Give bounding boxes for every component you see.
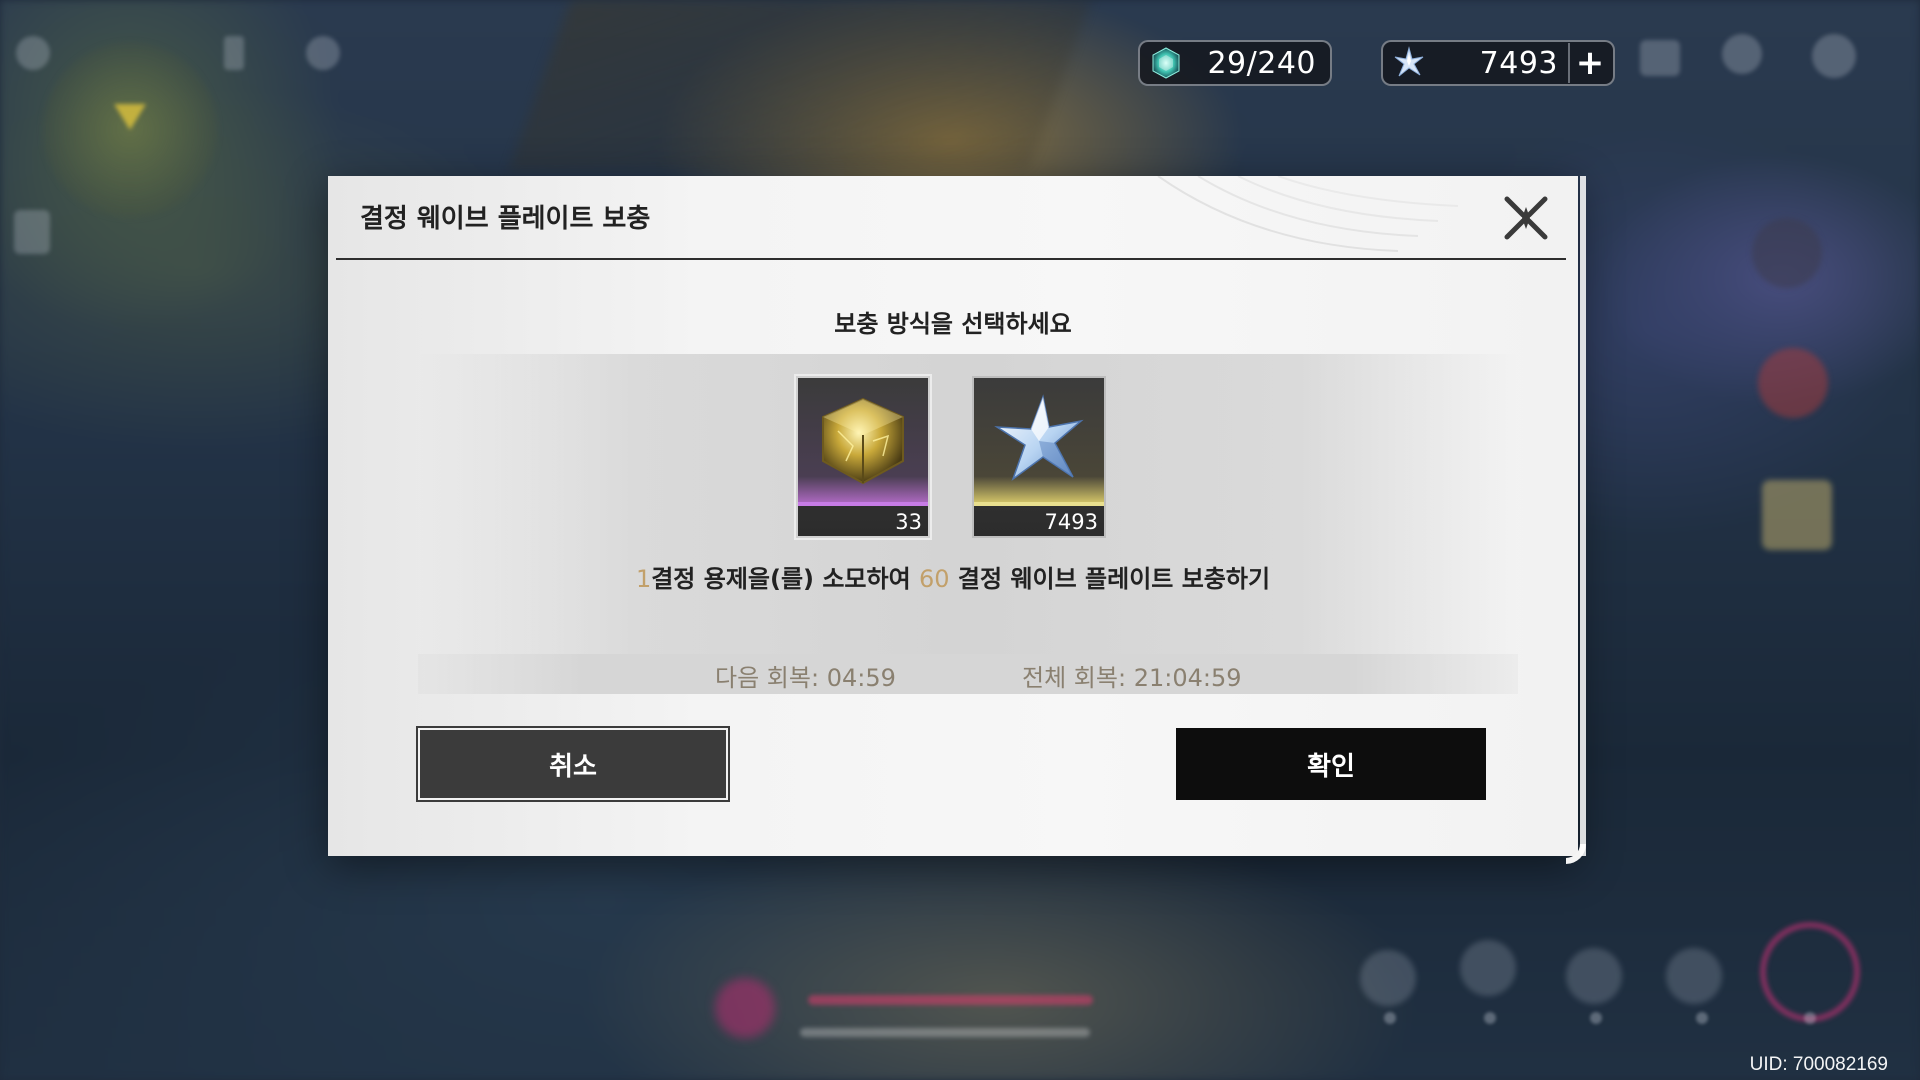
crystal-solvent-count: 33 bbox=[895, 510, 922, 534]
close-icon bbox=[1504, 196, 1548, 240]
skill-1-key-icon bbox=[1384, 1012, 1396, 1024]
ultimate-ring[interactable] bbox=[1760, 922, 1860, 1022]
event-icon[interactable] bbox=[1640, 40, 1680, 76]
uid-label: UID: 700082169 bbox=[1749, 1054, 1888, 1075]
crystal-solvent-icon bbox=[798, 378, 928, 504]
close-button[interactable] bbox=[1498, 190, 1554, 246]
waveplate-value: 29/240 bbox=[1207, 45, 1316, 81]
option-astrite[interactable]: 7493 bbox=[972, 376, 1106, 538]
refill-description: 1결정 용제을(를) 소모하여 60 결정 웨이브 플레이트 보충하기 bbox=[328, 559, 1578, 594]
skill-4-icon[interactable] bbox=[1666, 948, 1722, 1004]
settings-icon[interactable] bbox=[16, 36, 50, 70]
full-recovery-label: 전체 회복: bbox=[1022, 664, 1127, 692]
next-recovery-value: 04:59 bbox=[826, 664, 896, 692]
rarity-line bbox=[974, 502, 1104, 506]
skill-3-icon[interactable] bbox=[1566, 948, 1622, 1004]
profile-icon[interactable] bbox=[1812, 34, 1856, 78]
title-divider bbox=[336, 258, 1566, 260]
waveplate-counter[interactable]: 29/240 bbox=[1138, 40, 1332, 86]
full-recovery-value: 21:04:59 bbox=[1133, 664, 1242, 692]
next-recovery-timer: 다음 회복: 04:59 bbox=[715, 658, 896, 693]
add-astrite-button[interactable]: + bbox=[1568, 43, 1610, 83]
cost-amount: 1 bbox=[635, 565, 652, 593]
crystal-waveplate-icon bbox=[1146, 43, 1186, 83]
dialog-title: 결정 웨이브 플레이트 보충 bbox=[360, 204, 651, 234]
skill-3-key-icon bbox=[1590, 1012, 1602, 1024]
astrite-value: 7493 bbox=[1479, 45, 1558, 81]
waveplate-refill-dialog: 결정 웨이브 플레이트 보충 보충 방식을 선택하세요 33 7493 1결정 … bbox=[328, 176, 1586, 864]
menu-icon[interactable] bbox=[224, 36, 244, 70]
skill-4-key-icon bbox=[1696, 1012, 1708, 1024]
energy-bar bbox=[800, 1028, 1090, 1037]
ultimate-key-icon bbox=[1804, 1012, 1816, 1024]
recovery-timer-band bbox=[418, 654, 1518, 694]
background-branch bbox=[509, 0, 1091, 170]
description-text-1: 결정 용제을(를) 소모하여 bbox=[651, 565, 920, 593]
resonance-orb bbox=[715, 978, 775, 1038]
party-member-2-avatar[interactable] bbox=[1758, 348, 1828, 418]
rarity-line bbox=[798, 502, 928, 506]
quest-icon[interactable] bbox=[14, 210, 50, 254]
option-band bbox=[418, 354, 1518, 654]
party-member-1-avatar[interactable] bbox=[1752, 218, 1822, 288]
refill-amount: 60 bbox=[919, 565, 950, 593]
refill-method-prompt: 보충 방식을 선택하세요 bbox=[834, 310, 1072, 338]
mail-icon[interactable] bbox=[306, 36, 340, 70]
skill-2-icon[interactable] bbox=[1460, 940, 1516, 996]
skill-1-icon[interactable] bbox=[1360, 950, 1416, 1006]
astrite-star-icon bbox=[1389, 43, 1429, 83]
skill-2-key-icon bbox=[1484, 1012, 1496, 1024]
minimap[interactable] bbox=[40, 40, 220, 220]
option-crystal-solvent[interactable]: 33 bbox=[796, 376, 930, 538]
dialog-decoration bbox=[1138, 176, 1518, 256]
description-text-2: 결정 웨이브 플레이트 보충하기 bbox=[949, 565, 1271, 593]
gacha-icon[interactable] bbox=[1722, 34, 1762, 74]
player-arrow-icon bbox=[114, 104, 146, 130]
party-member-3-avatar[interactable] bbox=[1762, 480, 1832, 550]
confirm-button[interactable]: 확인 bbox=[1176, 728, 1486, 800]
astrite-counter[interactable]: 7493 + bbox=[1381, 40, 1615, 86]
astrite-count: 7493 bbox=[1044, 510, 1098, 534]
health-bar bbox=[808, 995, 1093, 1005]
full-recovery-timer: 전체 회복: 21:04:59 bbox=[1022, 658, 1241, 693]
next-recovery-label: 다음 회복: bbox=[715, 664, 820, 692]
astrite-icon bbox=[974, 378, 1104, 504]
cancel-button[interactable]: 취소 bbox=[416, 726, 730, 802]
